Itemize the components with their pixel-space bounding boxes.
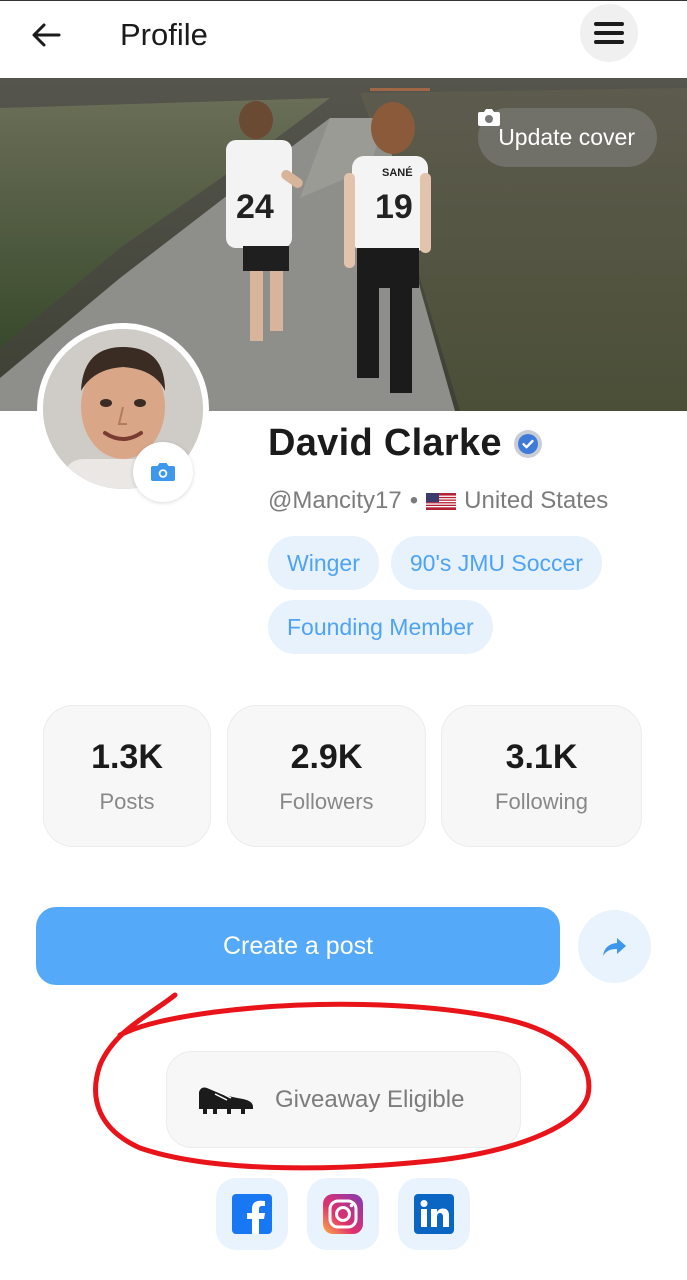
stat-label: Following bbox=[495, 789, 588, 814]
update-cover-label: Update cover bbox=[498, 124, 635, 150]
stat-value: 3.1K bbox=[505, 738, 578, 776]
profile-tags: Winger 90's JMU Soccer Founding Member bbox=[268, 536, 648, 654]
jersey-name-right: SANÉ bbox=[382, 166, 413, 179]
jersey-number-right: 19 bbox=[375, 188, 413, 226]
tag-chip[interactable]: Winger bbox=[268, 536, 379, 590]
profile-name-row: David Clarke bbox=[268, 422, 542, 465]
camera-icon bbox=[478, 109, 501, 126]
facebook-link[interactable] bbox=[216, 1178, 288, 1250]
hamburger-menu-icon bbox=[594, 22, 624, 44]
app-header: Profile bbox=[0, 0, 687, 78]
arrow-left-icon bbox=[32, 23, 61, 47]
stat-label: Posts bbox=[99, 789, 155, 814]
update-cover-button[interactable]: Update cover bbox=[478, 108, 657, 167]
page-title: Profile bbox=[120, 17, 208, 52]
giveaway-label: Giveaway Eligible bbox=[275, 1085, 465, 1113]
verified-badge-icon bbox=[513, 429, 542, 458]
menu-button[interactable] bbox=[580, 4, 638, 62]
stat-value: 2.9K bbox=[290, 738, 363, 776]
profile-name: David Clarke bbox=[268, 422, 502, 464]
meta-separator: • bbox=[409, 487, 419, 514]
camera-icon bbox=[151, 463, 175, 481]
us-flag-icon bbox=[426, 492, 457, 510]
stat-value: 1.3K bbox=[91, 738, 163, 776]
back-button[interactable] bbox=[24, 15, 68, 55]
stat-followers[interactable]: 2.9K Followers bbox=[227, 705, 426, 847]
linkedin-link[interactable] bbox=[398, 1178, 470, 1250]
giveaway-badge: Giveaway Eligible bbox=[166, 1051, 521, 1148]
linkedin-icon bbox=[414, 1194, 454, 1234]
instagram-link[interactable] bbox=[307, 1178, 379, 1250]
profile-handle: @Mancity17 bbox=[268, 487, 402, 514]
stat-posts[interactable]: 1.3K Posts bbox=[43, 705, 211, 847]
tag-chip[interactable]: 90's JMU Soccer bbox=[390, 536, 602, 590]
stat-label: Followers bbox=[279, 789, 374, 814]
create-post-button[interactable]: Create a post bbox=[36, 907, 560, 985]
stat-following[interactable]: 3.1K Following bbox=[441, 705, 642, 847]
instagram-icon bbox=[323, 1194, 363, 1234]
jersey-number-left: 24 bbox=[236, 188, 274, 226]
soccer-cleat-icon bbox=[199, 1087, 253, 1114]
tag-chip[interactable]: Founding Member bbox=[268, 600, 493, 654]
share-arrow-icon bbox=[602, 937, 626, 956]
profile-meta: @Mancity17 • United States bbox=[268, 487, 608, 515]
share-profile-button[interactable] bbox=[578, 910, 651, 983]
facebook-icon bbox=[232, 1194, 272, 1234]
change-avatar-button[interactable] bbox=[133, 442, 193, 502]
profile-country: United States bbox=[464, 487, 609, 514]
